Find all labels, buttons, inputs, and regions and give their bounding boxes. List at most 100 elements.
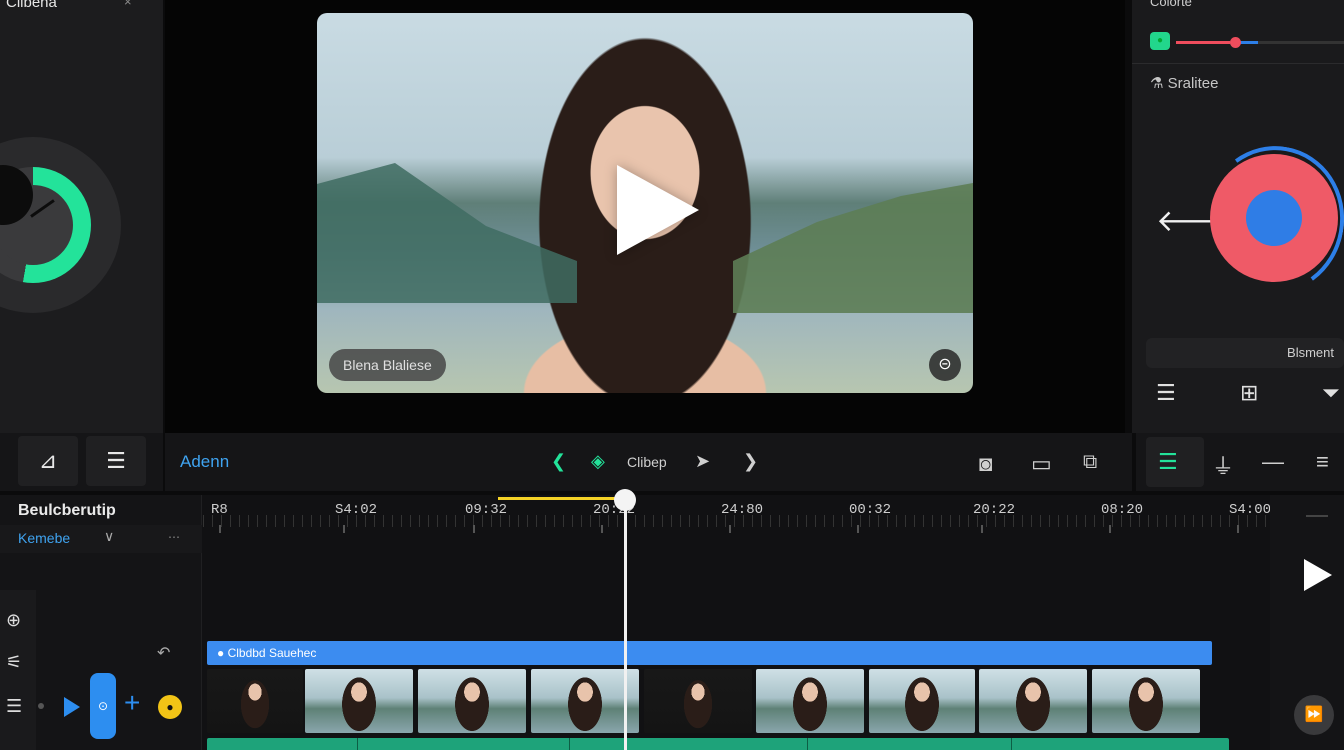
fast-forward-icon[interactable]: ⏩: [1294, 695, 1334, 735]
video-clip-thumbnail[interactable]: [305, 669, 413, 733]
track-controls: ⊙ + ●: [38, 673, 198, 739]
record-toggle[interactable]: ⊙: [90, 673, 116, 739]
ruler-tick: [729, 525, 731, 533]
dash-icon[interactable]: —: [1262, 449, 1284, 475]
section-label: ⚗ Sralitee: [1150, 75, 1219, 92]
track-header: Beulcberutip Kemebe ∨ ⋯ ⊕ ⚟ ☰ ↶ ⊙ + ●: [0, 495, 202, 750]
slider-thumb[interactable]: [1230, 37, 1241, 48]
equal-icon[interactable]: ≡: [1316, 449, 1329, 475]
speed-dial[interactable]: [0, 137, 121, 313]
ruler-tick-label: 00:32: [849, 502, 892, 518]
video-clip-thumbnail[interactable]: [869, 669, 975, 733]
video-scenery: [733, 183, 973, 313]
diamond-icon[interactable]: ◈: [591, 451, 605, 472]
video-clip-thumbnail[interactable]: [644, 669, 752, 733]
chart-icon[interactable]: ⊿: [18, 436, 78, 486]
curve-icon[interactable]: ↶: [157, 643, 170, 663]
play-icon[interactable]: [64, 697, 80, 717]
video-clip-thumbnail[interactable]: [756, 669, 864, 733]
audio-segment-divider: [807, 738, 808, 750]
right-panel-title: Colorte: [1150, 0, 1192, 9]
minus-circle-icon[interactable]: ⊝: [929, 349, 961, 381]
ruler-tick-label: 08:20: [1101, 502, 1144, 518]
ruler-tick: [857, 525, 859, 533]
more-icon[interactable]: ⋯: [168, 530, 180, 544]
filter-icon[interactable]: ⏚: [1212, 449, 1234, 481]
track-sub-label[interactable]: Kemebe: [18, 530, 70, 546]
playhead-range: [498, 497, 626, 500]
side-tool-strip: ⊕ ⚟ ☰: [0, 590, 36, 750]
anchor-icon[interactable]: ⊕: [6, 610, 21, 631]
ruler-tick: [1237, 525, 1239, 533]
ruler-tick-label: 20:22: [973, 502, 1016, 518]
ruler-tick-label: S4:00: [1229, 502, 1272, 518]
video-caption-badge: Blena Blaliese: [329, 349, 446, 381]
video-scenery: [317, 163, 577, 303]
chevron-down-icon[interactable]: ∨: [104, 528, 114, 545]
right-toolbar: ☰ ⏚ — ≡: [1136, 433, 1344, 491]
time-ruler[interactable]: R8 S4:02 09:32 20:22 24:80 00:32 20:22 08:20 S4:…: [203, 495, 1272, 541]
camera-icon[interactable]: ◙: [979, 451, 992, 477]
preview-area: Blena Blaliese ⊝: [165, 0, 1125, 433]
video-clip-thumbnail[interactable]: [207, 669, 303, 733]
video-clip-thumbnail[interactable]: [418, 669, 526, 733]
preset-field[interactable]: Blsment: [1146, 338, 1344, 368]
track-selector[interactable]: Kemebe ∨ ⋯: [0, 525, 202, 553]
crop-icon[interactable]: ⧉: [1083, 451, 1097, 474]
video-preview[interactable]: Blena Blaliese ⊝: [317, 13, 973, 393]
audio-segment-divider: [357, 738, 358, 750]
ruler-tick-label: R8: [211, 502, 228, 518]
play-icon[interactable]: [1304, 559, 1332, 591]
ruler-tick: [1109, 525, 1111, 533]
chevron-left-icon[interactable]: ❮: [551, 451, 566, 472]
playhead-line[interactable]: [624, 499, 627, 750]
audio-segment-divider: [1011, 738, 1012, 750]
video-track[interactable]: [207, 669, 1207, 733]
color-wheel-center[interactable]: [1246, 190, 1302, 246]
audio-track[interactable]: [207, 738, 1229, 750]
video-clip-thumbnail[interactable]: [979, 669, 1087, 733]
marker-icon[interactable]: ●: [158, 695, 182, 719]
arrow-right-icon[interactable]: ➤: [695, 451, 710, 472]
track-title: Beulcberutip: [18, 502, 116, 519]
toolbar-brand[interactable]: Adenn: [180, 452, 229, 472]
funnel-icon[interactable]: ⏷: [1322, 380, 1340, 406]
toggle-icon[interactable]: ●: [1150, 32, 1170, 50]
left-panel: Clibena ×: [0, 0, 163, 433]
ruler-tick: [981, 525, 983, 533]
window-icon[interactable]: ▭: [1031, 451, 1052, 477]
right-panel: Colorte ● ⚗ Sralitee 🡐 Blsment ☰ ⊞ ⏷: [1132, 0, 1344, 433]
ruler-tick: [473, 525, 475, 533]
plus-icon[interactable]: +: [124, 687, 140, 719]
ruler-tick-label: S4:02: [335, 502, 378, 518]
split-icon[interactable]: ⚟: [6, 652, 22, 673]
main-toolbar: Adenn ❮ ◈ Clibep ➤ ❯ ◙ ▭ ⧉: [165, 433, 1132, 491]
intensity-slider[interactable]: ●: [1150, 32, 1344, 52]
video-clip-thumbnail[interactable]: [531, 669, 639, 733]
list-icon[interactable]: ☰: [86, 436, 146, 486]
menu-icon[interactable]: ☰: [6, 696, 22, 717]
ruler-tick: [343, 525, 345, 533]
caption-track[interactable]: ● Clbdbd Sauehec: [207, 641, 1212, 665]
clip-label: Clibep: [627, 454, 667, 470]
ruler-tick-label: 24:80: [721, 502, 764, 518]
grid-icon[interactable]: ⊞: [1240, 380, 1258, 406]
chevron-right-icon[interactable]: ❯: [743, 451, 758, 472]
video-clip-thumbnail[interactable]: [1092, 669, 1200, 733]
audio-segment-divider: [569, 738, 570, 750]
play-icon[interactable]: [617, 165, 699, 255]
timeline: Beulcberutip Kemebe ∨ ⋯ ⊕ ⚟ ☰ ↶ ⊙ + ● R8…: [0, 489, 1344, 750]
close-icon[interactable]: ×: [124, 0, 132, 9]
timeline-transport: ⏩: [1270, 495, 1344, 750]
left-panel-title: Clibena: [6, 0, 57, 11]
slider-track[interactable]: [1176, 37, 1344, 48]
ruler-tick: [219, 525, 221, 533]
color-wheel[interactable]: [1210, 154, 1338, 282]
slider-fill: [1176, 41, 1230, 44]
playhead-handle[interactable]: [614, 489, 636, 511]
align-icon[interactable]: ☰: [1156, 380, 1176, 406]
align-left-icon[interactable]: ☰: [1158, 449, 1178, 475]
ruler-tick: [601, 525, 603, 533]
left-toolbar: ⊿ ☰: [0, 433, 163, 491]
ruler-tick-label: 09:32: [465, 502, 508, 518]
